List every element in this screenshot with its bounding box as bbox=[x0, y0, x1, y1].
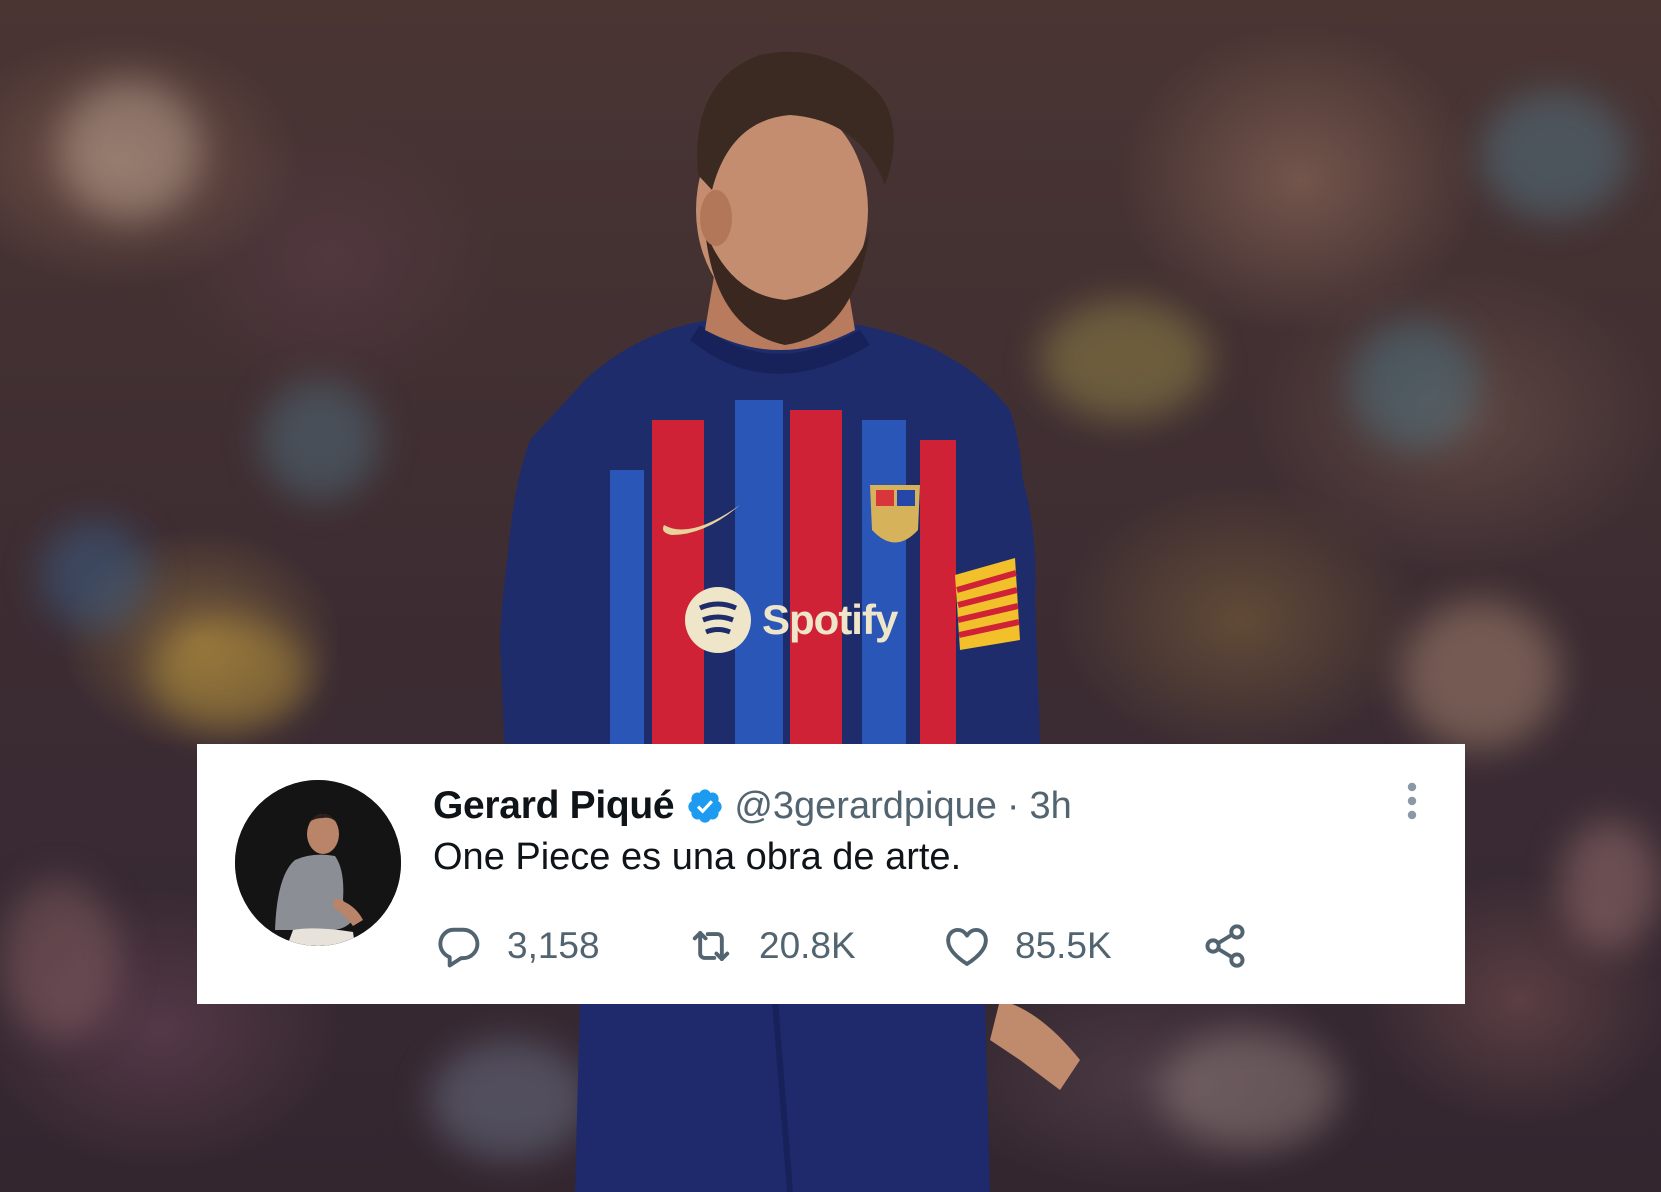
verified-badge-icon bbox=[686, 787, 724, 825]
tweet-header: Gerard Piqué @3gerardpique · 3h bbox=[433, 780, 1072, 832]
user-handle[interactable]: @3gerardpique bbox=[734, 785, 997, 828]
player-photo: Spotify bbox=[0, 0, 1661, 1192]
tweet-timestamp[interactable]: 3h bbox=[1030, 785, 1072, 828]
reply-count: 3,158 bbox=[507, 925, 600, 966]
jersey-sponsor-text: Spotify bbox=[762, 596, 898, 643]
retweet-count: 20.8K bbox=[759, 925, 856, 966]
retweet-button[interactable]: 20.8K bbox=[685, 918, 856, 974]
retweet-icon bbox=[685, 920, 737, 972]
reply-button[interactable]: 3,158 bbox=[433, 918, 600, 974]
share-button[interactable] bbox=[1199, 918, 1251, 974]
tweet-actions: 3,158 20.8K 85.5K bbox=[433, 918, 1253, 974]
avatar[interactable] bbox=[235, 780, 401, 946]
separator-dot: · bbox=[1006, 784, 1020, 827]
like-button[interactable]: 85.5K bbox=[941, 918, 1112, 974]
more-options-icon[interactable] bbox=[1402, 778, 1422, 824]
like-count: 85.5K bbox=[1015, 925, 1112, 966]
display-name[interactable]: Gerard Piqué bbox=[433, 784, 675, 828]
tweet-text: One Piece es una obra de arte. bbox=[433, 836, 962, 878]
tweet-card[interactable]: Gerard Piqué @3gerardpique · 3h One Piec… bbox=[197, 744, 1465, 1004]
share-icon bbox=[1199, 920, 1251, 972]
reply-icon bbox=[433, 920, 485, 972]
heart-icon bbox=[941, 920, 993, 972]
